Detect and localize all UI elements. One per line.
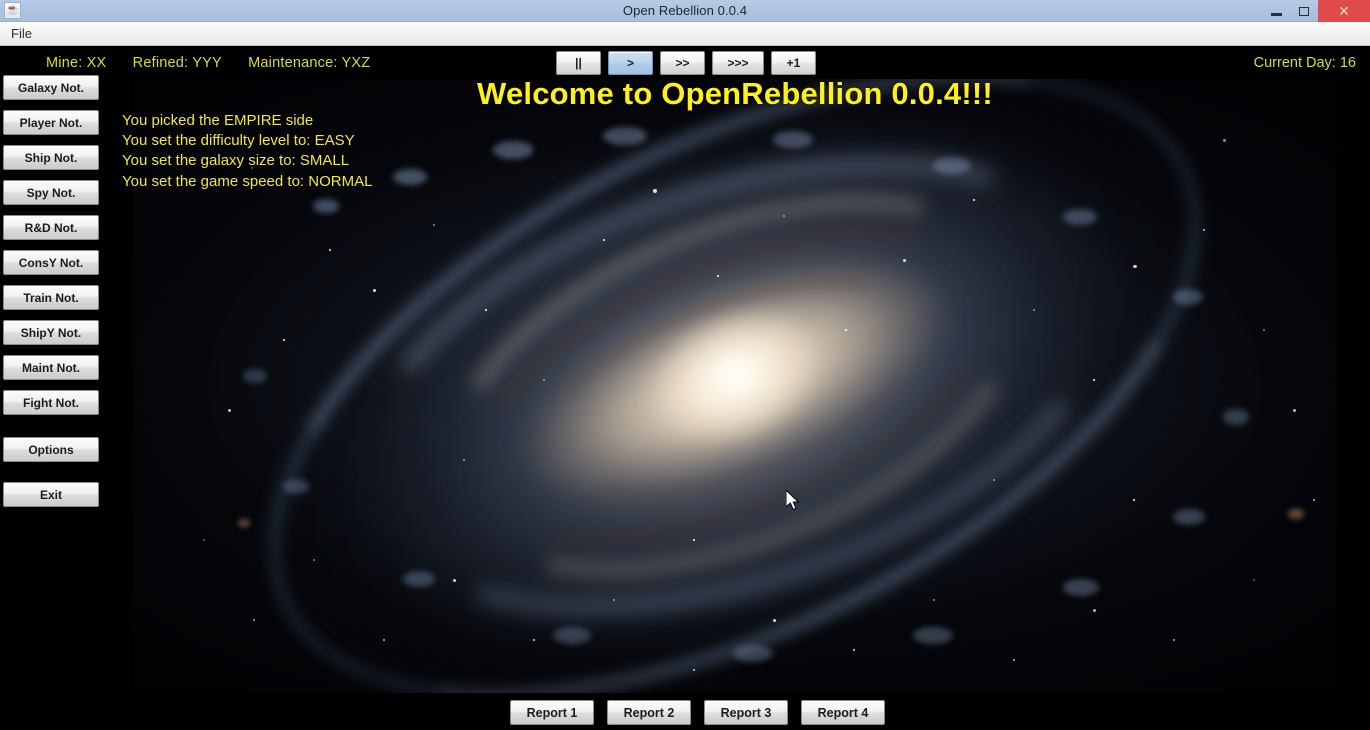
sidebar-item-options[interactable]: Options — [3, 437, 99, 462]
game-speed-controls: || > >> >>> +1 — [556, 51, 816, 75]
sidebar-item-spy-not[interactable]: Spy Not. — [3, 180, 99, 205]
mouse-cursor-icon — [786, 490, 800, 511]
report-3-button[interactable]: Report 3 — [704, 700, 788, 725]
sidebar-item-consy-not[interactable]: ConsY Not. — [3, 250, 99, 275]
resource-maintenance: Maintenance: YXZ — [248, 55, 371, 71]
report-2-button[interactable]: Report 2 — [607, 700, 691, 725]
info-line-galaxy-size: You set the galaxy size to: SMALL — [122, 152, 350, 170]
window-controls: ✕ — [1262, 0, 1370, 22]
sidebar-item-shipy-not[interactable]: ShipY Not. — [3, 320, 99, 345]
restore-button[interactable] — [1290, 0, 1318, 22]
sidebar-item-exit[interactable]: Exit — [3, 482, 99, 507]
sidebar-item-galaxy-not[interactable]: Galaxy Not. — [3, 75, 99, 100]
report-1-button[interactable]: Report 1 — [510, 700, 594, 725]
menu-bar: File — [0, 22, 1370, 46]
close-button[interactable]: ✕ — [1318, 0, 1370, 22]
page-title: Welcome to OpenRebellion 0.0.4!!! — [477, 76, 993, 111]
window-title: Open Rebellion 0.0.4 — [622, 3, 748, 18]
sidebar-item-player-not[interactable]: Player Not. — [3, 110, 99, 135]
application-window: ☕ Open Rebellion 0.0.4 ✕ File Mine: XX R… — [0, 0, 1370, 730]
sidebar-item-maint-not[interactable]: Maint Not. — [3, 355, 99, 380]
resource-mine: Mine: XX — [46, 55, 107, 71]
info-line-game-speed: You set the game speed to: NORMAL — [122, 172, 373, 190]
sidebar-item-ship-not[interactable]: Ship Not. — [3, 145, 99, 170]
advance-one-day-button[interactable]: +1 — [771, 51, 816, 75]
menu-item-file[interactable]: File — [2, 24, 41, 43]
current-day-readout: Current Day: 16 — [1253, 55, 1356, 71]
resource-refined: Refined: YYY — [132, 55, 222, 71]
java-coffee-cup-icon: ☕ — [4, 2, 21, 19]
info-line-side: You picked the EMPIRE side — [122, 112, 314, 129]
play-button[interactable]: > — [608, 51, 653, 75]
sidebar-item-train-not[interactable]: Train Not. — [3, 285, 99, 310]
sidebar-item-rd-not[interactable]: R&D Not. — [3, 215, 99, 240]
info-line-difficulty: You set the difficulty level to: EASY — [122, 132, 355, 150]
very-fast-forward-button[interactable]: >>> — [712, 51, 764, 75]
minimize-button[interactable] — [1262, 0, 1290, 22]
report-button-bar: Report 1 Report 2 Report 3 Report 4 — [510, 700, 885, 725]
restore-icon — [1299, 6, 1309, 16]
fast-forward-button[interactable]: >> — [660, 51, 705, 75]
pause-button[interactable]: || — [556, 51, 601, 75]
report-4-button[interactable]: Report 4 — [801, 700, 885, 725]
sidebar-item-fight-not[interactable]: Fight Not. — [3, 390, 99, 415]
game-setup-summary: You picked the EMPIRE side You set the d… — [122, 111, 372, 192]
title-bar: ☕ Open Rebellion 0.0.4 ✕ — [0, 0, 1370, 22]
minimize-icon — [1270, 12, 1282, 16]
resource-readout: Mine: XX Refined: YYY Maintenance: YXZ — [46, 55, 370, 71]
